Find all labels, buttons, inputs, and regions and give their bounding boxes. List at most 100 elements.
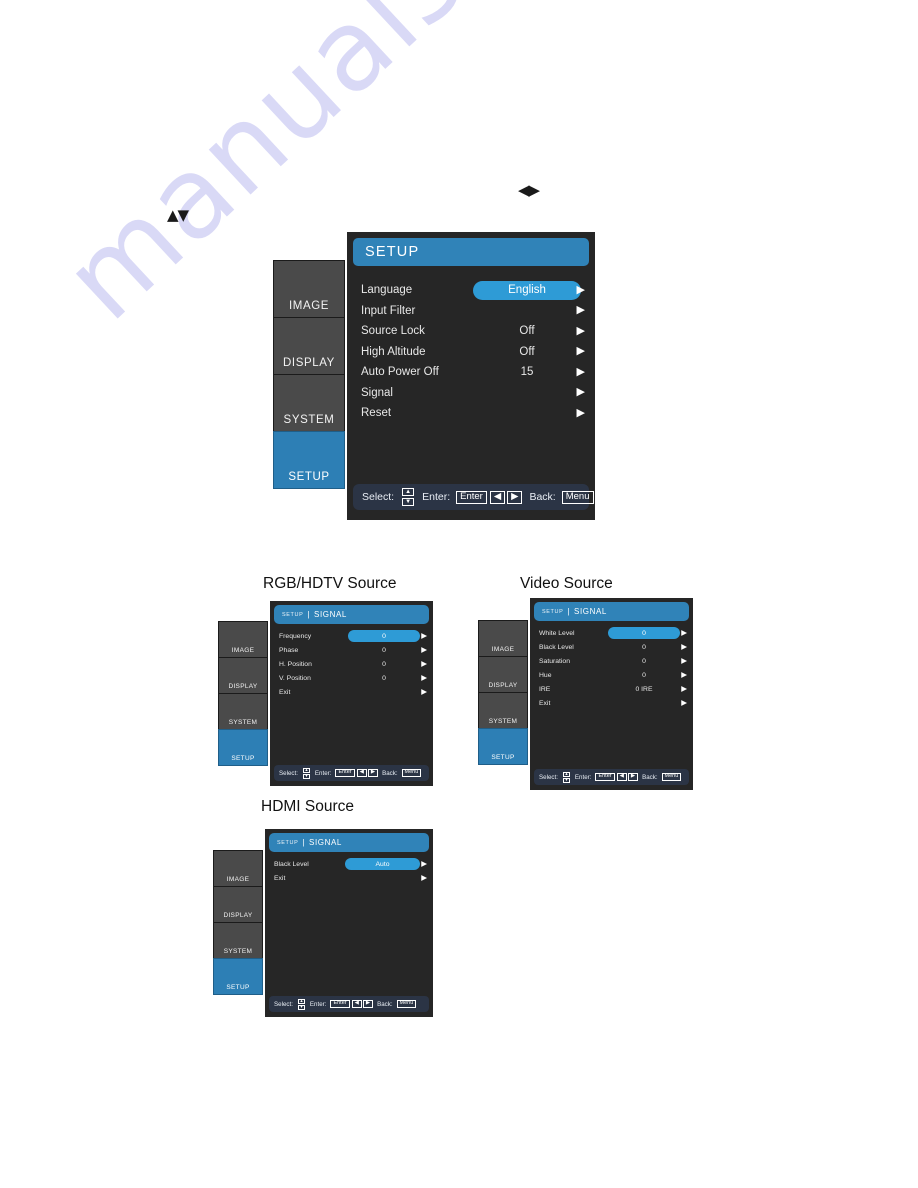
up-key-icon[interactable]: ▲ (402, 488, 415, 496)
menu-row-auto-power-off[interactable]: Auto Power Off 15 ▶ (347, 362, 595, 383)
menu-row-input-filter[interactable]: Input Filter ▶ (347, 301, 595, 322)
chevron-right-icon[interactable]: ▶ (577, 284, 585, 296)
sidebar-item-setup[interactable]: SETUP (218, 729, 268, 766)
sidebar-item-system[interactable]: SYSTEM (478, 692, 528, 729)
sidebar-item-setup[interactable]: SETUP (478, 728, 528, 765)
row-label: Language (361, 284, 413, 297)
right-key-icon[interactable]: ▶ (362, 1000, 374, 1008)
menu-key[interactable]: Menu (401, 769, 422, 777)
chevron-right-icon[interactable]: ▶ (421, 646, 427, 654)
chevron-right-icon[interactable]: ▶ (421, 660, 427, 668)
chevron-right-icon[interactable]: ▶ (421, 674, 427, 682)
down-key-icon[interactable]: ▼ (562, 777, 570, 783)
menu-row-hue[interactable]: Hue 0 ▶ (530, 668, 693, 682)
chevron-right-icon[interactable]: ▶ (421, 632, 427, 640)
chevron-right-icon[interactable]: ▶ (681, 657, 687, 665)
left-key-icon[interactable]: ◀ (356, 769, 367, 777)
menu-row-ire[interactable]: IRE 0 IRE ▶ (530, 682, 693, 696)
chevron-right-icon[interactable]: ▶ (681, 629, 687, 637)
menu-row-reset[interactable]: Reset ▶ (347, 403, 595, 424)
select-updown-keys[interactable]: ▲ ▼ (402, 488, 415, 506)
footer-enter-label: Enter: (422, 491, 451, 503)
right-key-icon[interactable]: ▶ (507, 490, 523, 504)
chevron-right-icon[interactable]: ▶ (421, 860, 427, 868)
left-key-icon[interactable]: ◀ (489, 490, 506, 504)
menu-row-h-position[interactable]: H. Position 0 ▶ (270, 657, 433, 671)
select-updown-keys[interactable]: ▲ ▼ (302, 767, 310, 779)
menu-row-black-level[interactable]: Black Level 0 ▶ (530, 640, 693, 654)
sidebar-item-system[interactable]: SYSTEM (218, 693, 268, 730)
menu-row-exit[interactable]: Exit ▶ (265, 871, 433, 885)
enter-key[interactable]: Enter (330, 1000, 350, 1008)
sidebar-item-image[interactable]: IMAGE (213, 850, 263, 887)
select-updown-keys[interactable]: ▲ ▼ (297, 998, 305, 1010)
chevron-right-icon[interactable]: ▶ (681, 699, 687, 707)
up-key-icon[interactable]: ▲ (297, 998, 305, 1004)
row-label: H. Position (279, 660, 312, 668)
tab-label: IMAGE (226, 876, 250, 883)
chevron-right-icon[interactable]: ▶ (681, 685, 687, 693)
row-value-box: 0 (608, 655, 680, 667)
left-key-icon[interactable]: ◀ (351, 1000, 362, 1008)
chevron-right-icon[interactable]: ▶ (681, 643, 687, 651)
chevron-right-icon[interactable]: ▶ (577, 366, 585, 378)
down-key-icon[interactable]: ▼ (402, 498, 415, 506)
sidebar-item-image[interactable]: IMAGE (478, 620, 528, 657)
menu-row-high-altitude[interactable]: High Altitude Off ▶ (347, 342, 595, 363)
row-value-box[interactable]: Auto (345, 858, 420, 870)
menu-row-v-position[interactable]: V. Position 0 ▶ (270, 671, 433, 685)
menu-row-exit[interactable]: Exit ▶ (530, 696, 693, 710)
chevron-right-icon[interactable]: ▶ (577, 325, 585, 337)
menu-row-frequency[interactable]: Frequency 0 ▶ (270, 629, 433, 643)
chevron-right-icon[interactable]: ▶ (421, 874, 427, 882)
breadcrumb-parent: SETUP (282, 611, 304, 618)
down-key-icon[interactable]: ▼ (302, 773, 310, 779)
row-value-box[interactable]: 0 (348, 630, 420, 642)
sidebar-item-image[interactable]: IMAGE (218, 621, 268, 658)
sidebar-item-display[interactable]: DISPLAY (273, 317, 345, 375)
row-value-box[interactable]: 0 (608, 627, 680, 639)
chevron-right-icon[interactable]: ▶ (421, 688, 427, 696)
sidebar-item-setup[interactable]: SETUP (273, 431, 345, 489)
menu-row-exit[interactable]: Exit ▶ (270, 685, 433, 699)
menu-row-saturation[interactable]: Saturation 0 ▶ (530, 654, 693, 668)
chevron-right-icon[interactable]: ▶ (577, 387, 585, 398)
up-key-icon[interactable]: ▲ (302, 767, 310, 773)
menu-row-black-level[interactable]: Black Level Auto ▶ (265, 857, 433, 871)
menu-row-phase[interactable]: Phase 0 ▶ (270, 643, 433, 657)
sidebar-item-display[interactable]: DISPLAY (218, 657, 268, 694)
menu-row-source-lock[interactable]: Source Lock Off ▶ (347, 321, 595, 342)
tab-label: DISPLAY (488, 682, 518, 689)
menu-key[interactable]: Menu (561, 490, 594, 504)
down-key-icon[interactable]: ▼ (297, 1004, 305, 1010)
sidebar-item-image[interactable]: IMAGE (273, 260, 345, 318)
hdmi-signal-osd: IMAGE DISPLAY SYSTEM SETUP SETUP | SIGNA… (213, 829, 433, 1017)
chevron-right-icon[interactable]: ▶ (577, 305, 585, 316)
sidebar-item-system[interactable]: SYSTEM (273, 374, 345, 432)
menu-row-language[interactable]: Language English ▶ (347, 280, 595, 301)
chevron-right-icon[interactable]: ▶ (577, 407, 585, 419)
right-key-icon[interactable]: ▶ (367, 769, 379, 777)
left-key-icon[interactable]: ◀ (616, 773, 627, 781)
chevron-right-icon[interactable]: ▶ (577, 346, 585, 357)
menu-row-signal[interactable]: Signal ▶ (347, 383, 595, 404)
sidebar-item-display[interactable]: DISPLAY (478, 656, 528, 693)
menu-key[interactable]: Menu (661, 773, 682, 781)
enter-key[interactable]: Enter (456, 490, 487, 504)
footer-back-label: Back: (377, 1000, 393, 1008)
menu-key[interactable]: Menu (396, 1000, 417, 1008)
footer-back-label: Back: (642, 773, 658, 781)
enter-key[interactable]: Enter (335, 769, 355, 777)
page-title: SETUP (365, 244, 420, 260)
menu-row-white-level[interactable]: White Level 0 ▶ (530, 626, 693, 640)
sidebar-item-setup[interactable]: SETUP (213, 958, 263, 995)
row-value-box[interactable]: English (473, 280, 581, 300)
sidebar-item-display[interactable]: DISPLAY (213, 886, 263, 923)
chevron-right-icon[interactable]: ▶ (681, 671, 687, 679)
select-updown-keys[interactable]: ▲ ▼ (562, 771, 570, 783)
sidebar-item-system[interactable]: SYSTEM (213, 922, 263, 959)
up-key-icon[interactable]: ▲ (562, 771, 570, 777)
right-key-icon[interactable]: ▶ (627, 773, 639, 781)
row-label: Exit (279, 688, 291, 696)
enter-key[interactable]: Enter (595, 773, 615, 781)
